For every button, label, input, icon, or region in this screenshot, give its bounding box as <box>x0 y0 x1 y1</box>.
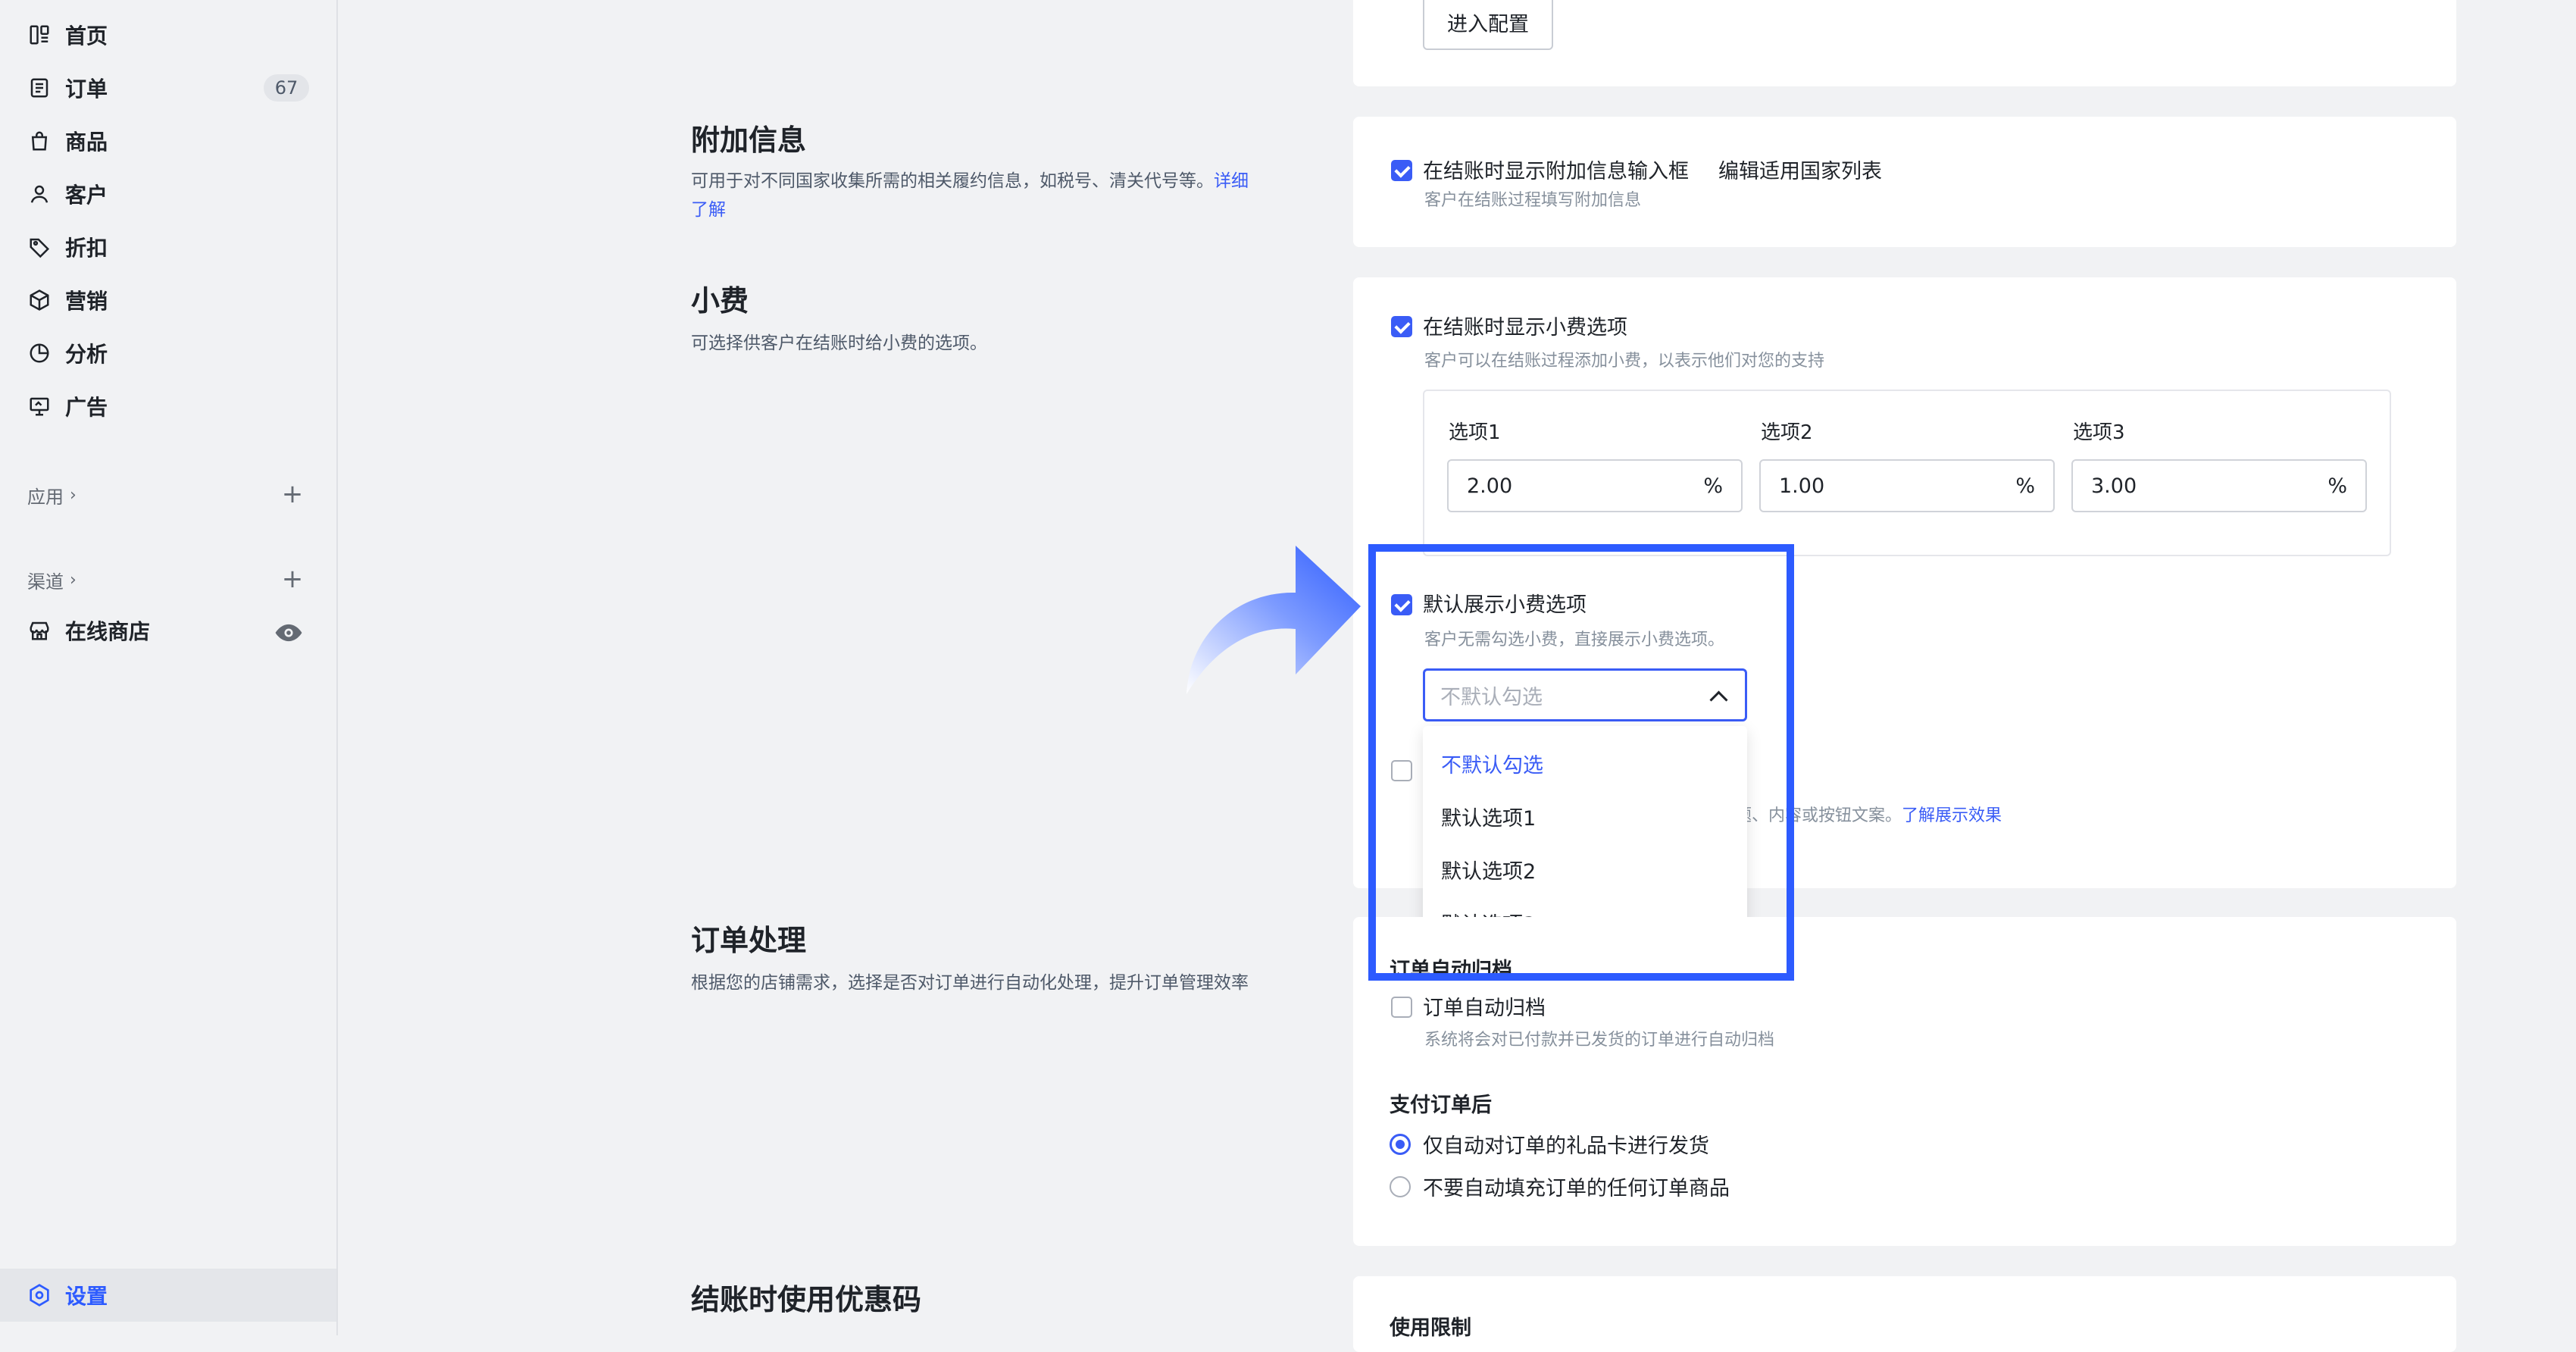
sidebar-item-label: 首页 <box>65 23 108 49</box>
order-count-badge: 67 <box>264 74 309 102</box>
sidebar-item-label: 在线商店 <box>65 619 151 644</box>
additional-info-desc: 可用于对不同国家收集所需的相关履约信息，如税号、清关代号等。详细了解 <box>691 167 1252 224</box>
sidebar-item-customers[interactable]: 客户 <box>27 173 309 215</box>
sidebar-item-ads[interactable]: 广告 <box>27 385 309 427</box>
user-icon <box>27 182 52 206</box>
tip-option-3-label: 选项3 <box>2073 421 2125 444</box>
additional-info-checkbox[interactable] <box>1391 160 1412 181</box>
sidebar: 首页 订单 67 商品 客户 折扣 营销 分析 广告 应用 › + 渠道 › +… <box>0 0 338 1335</box>
sidebar-item-online-store[interactable]: 在线商店 <box>27 609 309 652</box>
sidebar-item-label: 广告 <box>65 395 108 420</box>
sidebar-item-label: 商品 <box>65 130 108 155</box>
cube-icon <box>27 288 52 312</box>
tip-option-2-value: 1.00 <box>1779 474 1825 498</box>
no-auto-fulfill-label: 不要自动填充订单的任何订单商品 <box>1423 1177 1730 1200</box>
after-paid-heading: 支付订单后 <box>1390 1094 1492 1117</box>
order-processing-title: 订单处理 <box>691 924 807 957</box>
order-icon <box>27 76 52 100</box>
additional-info-option-hint: 客户在结账过程填写附加信息 <box>1424 191 1642 210</box>
sidebar-item-label: 订单 <box>65 77 108 102</box>
edit-country-list-link[interactable]: 编辑适用国家列表 <box>1718 155 1882 184</box>
pie-icon <box>27 341 52 365</box>
tips-title: 小费 <box>691 284 749 318</box>
apps-group-label: 应用 <box>27 487 64 508</box>
sidebar-item-label: 客户 <box>65 183 108 208</box>
billboard-icon <box>27 394 52 418</box>
sidebar-item-label: 分析 <box>65 342 108 367</box>
learn-display-effect-link[interactable]: 了解展示效果 <box>1902 806 2002 825</box>
sidebar-item-home[interactable]: 首页 <box>27 14 309 56</box>
sidebar-item-label: 折扣 <box>65 236 108 261</box>
sidebar-item-orders[interactable]: 订单 67 <box>27 67 309 109</box>
tip-option-3-input[interactable]: 3.00 % <box>2071 459 2367 512</box>
settings-icon <box>30 1284 49 1307</box>
order-processing-desc: 根据您的店铺需求，选择是否对订单进行自动化处理，提升订单管理效率 <box>691 973 1249 993</box>
sidebar-item-settings[interactable]: 设置 <box>0 1269 336 1322</box>
percent-unit: % <box>2327 474 2347 498</box>
chevron-right-icon: › <box>70 486 77 505</box>
sidebar-item-label: 设置 <box>65 1284 108 1309</box>
no-auto-fulfill-radio[interactable] <box>1390 1176 1411 1197</box>
coupon-title: 结账时使用优惠码 <box>691 1283 922 1316</box>
percent-unit: % <box>1703 474 1723 498</box>
usage-limit-heading: 使用限制 <box>1390 1316 1471 1340</box>
tips-desc: 可选择供客户在结账时给小费的选项。 <box>691 333 987 353</box>
additional-info-desc-text: 可用于对不同国家收集所需的相关履约信息，如税号、清关代号等。 <box>691 171 1214 191</box>
coupon-card <box>1353 1276 2456 1352</box>
percent-unit: % <box>2015 474 2035 498</box>
tip-option-2-input[interactable]: 1.00 % <box>1759 459 2055 512</box>
sidebar-item-marketing[interactable]: 营销 <box>27 279 309 321</box>
gift-card-fulfill-label: 仅自动对订单的礼品卡进行发货 <box>1423 1134 1709 1158</box>
channels-group-label: 渠道 <box>27 571 64 593</box>
eye-icon[interactable] <box>274 618 303 647</box>
show-tips-hint: 客户可以在结账过程添加小费，以表示他们对您的支持 <box>1424 352 1825 371</box>
tip-option-1-value: 2.00 <box>1467 474 1513 498</box>
add-app-plus-icon[interactable]: + <box>280 481 305 507</box>
store-icon <box>27 618 52 643</box>
apps-group-toggle[interactable]: 应用 › <box>27 482 77 509</box>
sidebar-item-label: 营销 <box>65 289 108 314</box>
auto-archive-label: 订单自动归档 <box>1423 997 1546 1020</box>
home-icon <box>27 23 52 47</box>
chevron-right-icon: › <box>70 571 77 590</box>
sidebar-item-analytics[interactable]: 分析 <box>27 332 309 374</box>
add-channel-plus-icon[interactable]: + <box>280 566 305 592</box>
tip-option-1-input[interactable]: 2.00 % <box>1447 459 1743 512</box>
bag-icon <box>27 129 52 153</box>
additional-info-option-label: 在结账时显示附加信息输入框 <box>1423 160 1689 183</box>
enter-config-button[interactable]: 进入配置 <box>1423 0 1553 50</box>
auto-archive-checkbox[interactable] <box>1391 997 1412 1018</box>
gift-card-fulfill-radio[interactable] <box>1390 1134 1411 1155</box>
tip-option-2-label: 选项2 <box>1761 421 1813 444</box>
channels-group-toggle[interactable]: 渠道 › <box>27 567 77 593</box>
highlight-frame <box>1368 544 1794 981</box>
additional-info-title: 附加信息 <box>691 124 807 157</box>
tag-icon <box>27 235 52 259</box>
auto-archive-hint: 系统将会对已付款并已发货的订单进行自动归档 <box>1424 1031 1775 1050</box>
tip-option-3-value: 3.00 <box>2091 474 2137 498</box>
pointer-arrow-icon <box>1186 546 1361 694</box>
show-tips-checkbox[interactable] <box>1391 316 1412 337</box>
show-tips-label: 在结账时显示小费选项 <box>1423 316 1627 340</box>
sidebar-item-products[interactable]: 商品 <box>27 120 309 162</box>
tip-option-1-label: 选项1 <box>1449 421 1501 444</box>
sidebar-item-discounts[interactable]: 折扣 <box>27 226 309 268</box>
